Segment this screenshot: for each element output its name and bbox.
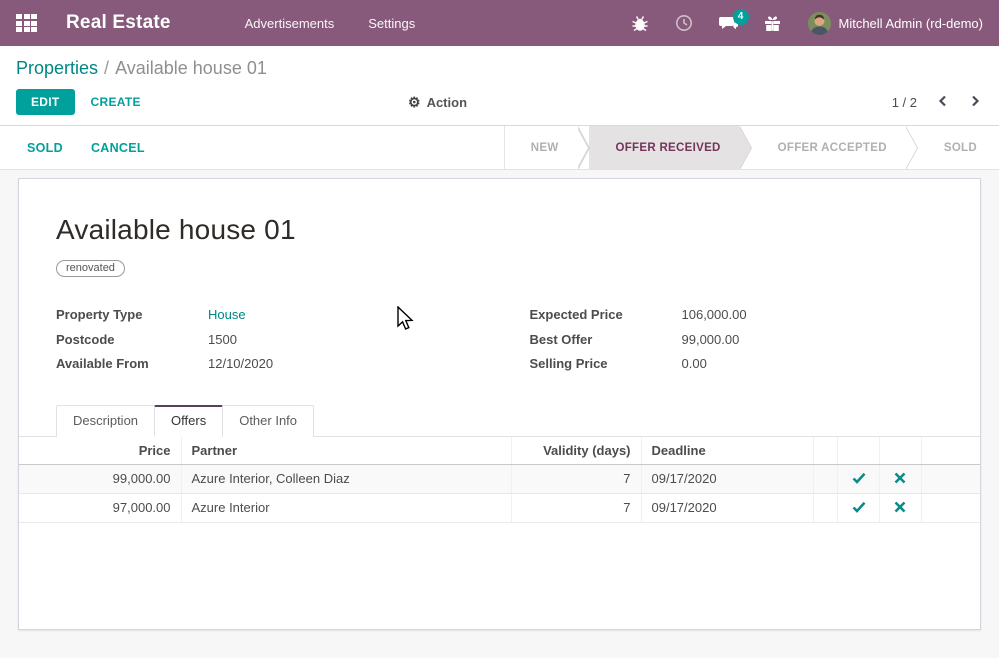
offers-table: Price Partner Validity (days) Deadline 9… [19, 437, 980, 523]
tab-offers[interactable]: Offers [154, 405, 223, 437]
offer-1-refuse-x-icon[interactable] [890, 472, 910, 487]
gear-icon: ⚙ [408, 94, 421, 111]
menu-settings[interactable]: Settings [368, 16, 415, 31]
offer-1-price[interactable]: 99,000.00 [19, 464, 181, 493]
breadcrumb-current: Available house 01 [115, 58, 267, 78]
message-count-badge: 4 [733, 9, 749, 25]
offer-row-2[interactable]: 97,000.00 Azure Interior 7 09/17/2020 [19, 493, 980, 522]
activities-clock-icon[interactable] [675, 14, 693, 32]
field-property-type: Property Type House [56, 303, 470, 328]
offer-1-deadline[interactable]: 09/17/2020 [641, 464, 813, 493]
offer-2-refuse-x-icon[interactable] [890, 501, 910, 516]
field-grid: Property Type House Postcode 1500 Availa… [56, 303, 943, 377]
messages-chat-icon[interactable]: 4 [719, 14, 737, 32]
field-column-left: Property Type House Postcode 1500 Availa… [56, 303, 470, 377]
cancel-button[interactable]: CANCEL [91, 141, 145, 155]
record-title: Available house 01 [56, 214, 943, 246]
pager: 1 / 2 [892, 93, 983, 112]
tab-description[interactable]: Description [56, 405, 155, 437]
tag-renovated[interactable]: renovated [56, 260, 125, 277]
user-menu[interactable]: Mitchell Admin (rd-demo) [808, 12, 984, 35]
navbar-right: 4 Mitchell Admin (rd-demo) [631, 12, 984, 35]
app-title[interactable]: Real Estate [66, 12, 171, 34]
column-price[interactable]: Price [19, 437, 181, 465]
offer-2-partner[interactable]: Azure Interior [181, 493, 511, 522]
field-selling-price: Selling Price 0.00 [530, 352, 944, 377]
offer-1-validity[interactable]: 7 [511, 464, 641, 493]
user-name: Mitchell Admin (rd-demo) [839, 16, 984, 31]
offer-1-accept-check-icon[interactable] [848, 472, 870, 487]
column-validity[interactable]: Validity (days) [511, 437, 641, 465]
offer-1-partner[interactable]: Azure Interior, Colleen Diaz [181, 464, 511, 493]
status-step-new[interactable]: NEW [505, 126, 577, 169]
offer-2-accept-check-icon[interactable] [848, 501, 870, 516]
status-step-sold[interactable]: SOLD [918, 126, 995, 169]
statusbar: SOLD CANCEL NEW OFFER RECEIVED OFFER ACC… [0, 126, 999, 170]
status-step-offer-accepted[interactable]: OFFER ACCEPTED [752, 126, 905, 169]
notebook-tabs: Description Offers Other Info [19, 405, 980, 437]
debug-bug-icon[interactable] [631, 14, 649, 32]
form-sheet: Available house 01 renovated Property Ty… [18, 178, 981, 630]
edit-button[interactable]: EDIT [16, 89, 75, 115]
pager-previous-button[interactable] [935, 93, 950, 112]
control-panel-buttons: EDIT CREATE ⚙ Action 1 / 2 [0, 81, 999, 126]
column-partner[interactable]: Partner [181, 437, 511, 465]
breadcrumb: Properties / Available house 01 [0, 46, 999, 81]
offer-2-price[interactable]: 97,000.00 [19, 493, 181, 522]
gift-icon[interactable] [763, 14, 782, 32]
action-menu[interactable]: ⚙ Action [408, 94, 467, 111]
breadcrumb-properties-link[interactable]: Properties [16, 58, 98, 78]
breadcrumb-separator: / [104, 58, 109, 78]
field-available-from: Available From 12/10/2020 [56, 352, 470, 377]
user-avatar [808, 12, 831, 35]
menu-advertisements[interactable]: Advertisements [245, 16, 335, 31]
status-step-offer-received[interactable]: OFFER RECEIVED [589, 126, 738, 169]
status-steps: NEW OFFER RECEIVED OFFER ACCEPTED SOLD [504, 126, 999, 169]
offer-2-deadline[interactable]: 09/17/2020 [641, 493, 813, 522]
pager-next-button[interactable] [968, 93, 983, 112]
apps-grid-icon[interactable] [16, 14, 40, 32]
offers-header-row: Price Partner Validity (days) Deadline [19, 437, 980, 465]
property-type-link[interactable]: House [208, 307, 246, 322]
offer-row-1[interactable]: 99,000.00 Azure Interior, Colleen Diaz 7… [19, 464, 980, 493]
field-postcode: Postcode 1500 [56, 328, 470, 353]
offer-2-validity[interactable]: 7 [511, 493, 641, 522]
field-expected-price: Expected Price 106,000.00 [530, 303, 944, 328]
action-label: Action [427, 95, 467, 110]
form-view: Available house 01 renovated Property Ty… [0, 170, 999, 630]
column-deadline[interactable]: Deadline [641, 437, 813, 465]
sold-button[interactable]: SOLD [27, 141, 63, 155]
field-column-right: Expected Price 106,000.00 Best Offer 99,… [530, 303, 944, 377]
main-menu: Advertisements Settings [245, 16, 416, 31]
top-navbar: Real Estate Advertisements Settings 4 Mi… [0, 0, 999, 46]
tab-other-info[interactable]: Other Info [222, 405, 314, 437]
field-best-offer: Best Offer 99,000.00 [530, 328, 944, 353]
create-button[interactable]: CREATE [91, 95, 141, 109]
pager-value: 1 / 2 [892, 95, 917, 110]
